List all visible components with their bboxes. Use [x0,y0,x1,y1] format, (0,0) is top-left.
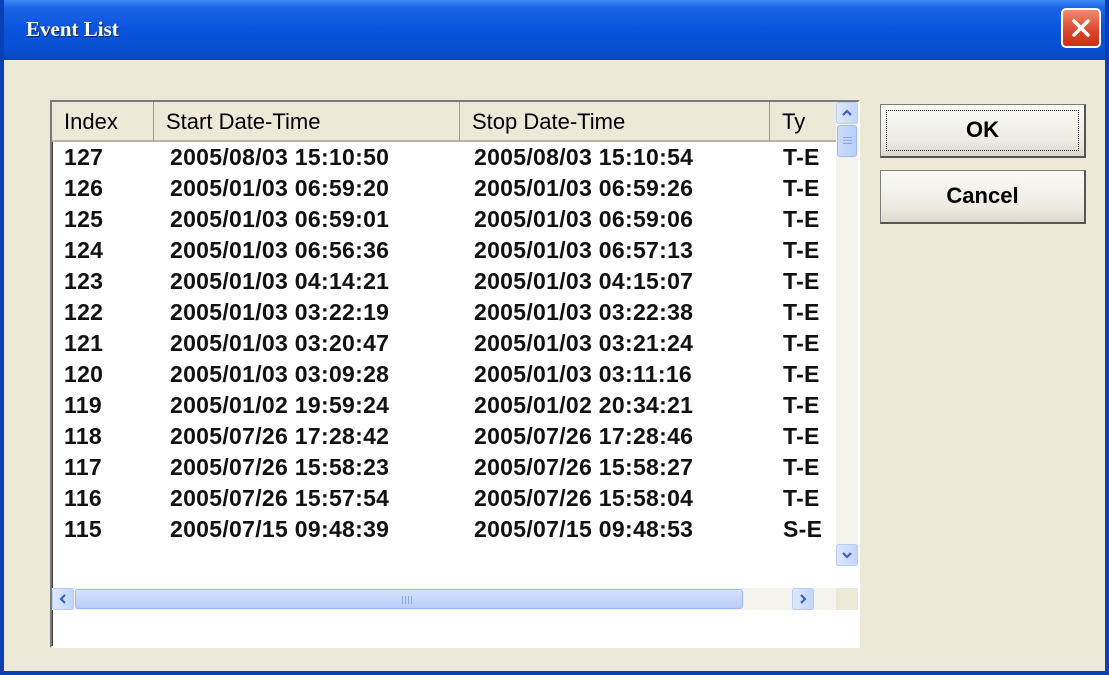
scroll-right-button[interactable] [792,588,814,610]
title-bar[interactable]: Event List [4,0,1105,60]
ok-button[interactable]: OK [880,104,1086,158]
column-header-index[interactable]: Index [52,102,154,142]
row-type: T-E [783,144,820,170]
focus-rect [886,110,1079,151]
table-row[interactable]: 126 2005/01/03 06:59:20 2005/01/03 06:59:2… [52,173,836,204]
table-row[interactable]: 117 2005/07/26 15:58:23 2005/07/26 15:58:2… [52,452,836,483]
scroll-up-button[interactable] [836,102,858,124]
row-stop-time: 2005/08/03 15:10:54 [474,144,694,170]
row-stop-time: 2005/01/03 04:15:07 [474,268,694,294]
row-stop-time: 2005/01/03 06:57:13 [474,237,694,263]
row-index: 123 [64,268,104,294]
row-stop-time: 2005/01/03 03:22:38 [474,299,694,325]
window-title: Event List [26,17,119,41]
table-row[interactable]: 121 2005/01/03 03:20:47 2005/01/03 03:21:2… [52,328,836,359]
event-list-dialog: Event List Index Start Date-Time Stop Da… [0,0,1109,675]
row-stop-time: 2005/01/03 03:21:24 [474,330,694,356]
chevron-left-icon [59,594,66,604]
row-index: 124 [64,237,104,263]
table-row[interactable]: 125 2005/01/03 06:59:01 2005/01/03 06:59:0… [52,204,836,235]
row-index: 127 [64,144,104,170]
column-header-start[interactable]: Start Date-Time [154,102,460,142]
row-type: T-E [783,361,820,387]
chevron-up-icon [842,109,852,116]
row-start-time: 2005/01/03 06:59:20 [170,175,390,201]
row-index: 126 [64,175,104,201]
row-index: 122 [64,299,104,325]
scroll-left-button[interactable] [52,588,74,610]
row-index: 115 [64,516,103,542]
vertical-scrollbar[interactable] [836,102,858,566]
row-start-time: 2005/07/15 09:48:39 [170,516,390,542]
horizontal-scroll-thumb[interactable] [75,589,743,609]
close-button[interactable] [1061,8,1101,48]
row-stop-time: 2005/07/26 17:28:46 [474,423,694,449]
row-type: T-E [783,392,820,418]
row-type: T-E [783,485,820,511]
event-list-view[interactable]: Index Start Date-Time Stop Date-Time Ty … [50,100,860,648]
row-start-time: 2005/01/03 03:20:47 [170,330,390,356]
cancel-button[interactable]: Cancel [880,170,1086,224]
row-start-time: 2005/01/03 03:09:28 [170,361,390,387]
row-start-time: 2005/01/03 04:14:21 [170,268,390,294]
row-type: T-E [783,454,820,480]
row-start-time: 2005/01/03 06:56:36 [170,237,390,263]
row-index: 118 [64,423,103,449]
row-type: T-E [783,299,820,325]
row-type: T-E [783,175,820,201]
scroll-down-button[interactable] [836,544,858,566]
list-header: Index Start Date-Time Stop Date-Time Ty [52,102,836,142]
horizontal-scrollbar[interactable] [52,588,836,610]
row-type: T-E [783,237,820,263]
table-row[interactable]: 116 2005/07/26 15:57:54 2005/07/26 15:58:0… [52,483,836,514]
cancel-label: Cancel [946,183,1019,208]
table-row[interactable]: 115 2005/07/15 09:48:39 2005/07/15 09:48:5… [52,514,836,545]
row-start-time: 2005/01/03 06:59:01 [170,206,390,232]
row-start-time: 2005/01/02 19:59:24 [170,392,390,418]
table-row[interactable]: 118 2005/07/26 17:28:42 2005/07/26 17:28:4… [52,421,836,452]
row-type: S-E [783,516,823,542]
row-index: 119 [64,392,103,418]
row-index: 117 [64,454,103,480]
chevron-right-icon [800,594,807,604]
row-start-time: 2005/08/03 15:10:50 [170,144,390,170]
row-type: T-E [783,206,820,232]
row-stop-time: 2005/01/02 20:34:21 [474,392,694,418]
scrollbar-corner [836,588,858,610]
row-type: T-E [783,330,820,356]
chevron-down-icon [842,552,852,559]
list-rows: 127 2005/08/03 15:10:50 2005/08/03 15:10:5… [52,142,836,545]
row-start-time: 2005/07/26 15:58:23 [170,454,390,480]
row-stop-time: 2005/07/26 15:58:27 [474,454,694,480]
column-header-type[interactable]: Ty [770,102,836,142]
row-start-time: 2005/01/03 03:22:19 [170,299,390,325]
row-start-time: 2005/07/26 15:57:54 [170,485,390,511]
table-row[interactable]: 124 2005/01/03 06:56:36 2005/01/03 06:57:1… [52,235,836,266]
row-stop-time: 2005/01/03 03:11:16 [474,361,693,387]
table-row[interactable]: 120 2005/01/03 03:09:28 2005/01/03 03:11:1… [52,359,836,390]
close-icon [1072,19,1090,37]
row-index: 121 [64,330,104,356]
row-index: 116 [64,485,103,511]
row-stop-time: 2005/07/26 15:58:04 [474,485,694,511]
table-row[interactable]: 127 2005/08/03 15:10:50 2005/08/03 15:10:5… [52,142,836,173]
table-row[interactable]: 122 2005/01/03 03:22:19 2005/01/03 03:22:3… [52,297,836,328]
row-index: 120 [64,361,104,387]
row-stop-time: 2005/07/15 09:48:53 [474,516,694,542]
table-row[interactable]: 123 2005/01/03 04:14:21 2005/01/03 04:15:0… [52,266,836,297]
table-row[interactable]: 119 2005/01/02 19:59:24 2005/01/02 20:34:2… [52,390,836,421]
column-header-stop[interactable]: Stop Date-Time [460,102,770,142]
row-type: T-E [783,423,820,449]
row-index: 125 [64,206,104,232]
row-type: T-E [783,268,820,294]
row-stop-time: 2005/01/03 06:59:26 [474,175,694,201]
row-stop-time: 2005/01/03 06:59:06 [474,206,694,232]
row-start-time: 2005/07/26 17:28:42 [170,423,390,449]
vertical-scroll-thumb[interactable] [837,125,857,157]
